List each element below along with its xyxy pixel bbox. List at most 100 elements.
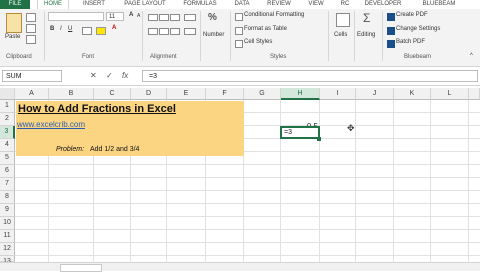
italic-button[interactable]: I (60, 26, 62, 32)
tab-file[interactable]: FILE (0, 0, 30, 9)
editing-icon[interactable]: Σ (363, 11, 370, 25)
row-header[interactable]: 8 (0, 191, 15, 204)
format-as-table-button[interactable]: Format as Table (244, 26, 287, 32)
cell-styles-button[interactable]: Cell Styles (244, 39, 272, 45)
column-header[interactable] (469, 88, 480, 100)
column-header[interactable]: A (15, 88, 49, 100)
column-header[interactable]: F (206, 88, 244, 100)
change-settings-icon[interactable] (387, 27, 395, 35)
format-as-table-icon[interactable] (235, 27, 243, 35)
column-header[interactable]: K (394, 88, 431, 100)
row-header[interactable]: 2 (0, 113, 15, 126)
paste-icon[interactable] (6, 13, 22, 33)
cells-button[interactable]: Cells (334, 32, 347, 38)
collapse-ribbon-icon[interactable]: ^ (470, 53, 473, 59)
editing-button[interactable]: Editing (357, 32, 375, 38)
cell-cursor-icon: ✥ (347, 123, 355, 133)
column-header[interactable]: G (244, 88, 281, 100)
formula-bar: SUM ✕ ✓ fx =3 (0, 67, 480, 86)
number-button[interactable]: Number (203, 32, 224, 38)
problem-text: Add 1/2 and 3/4 (90, 146, 140, 153)
tab-bluebeam[interactable]: BLUEBEAM (416, 0, 462, 9)
name-box[interactable]: SUM (2, 70, 62, 82)
tab-page-layout[interactable]: PAGE LAYOUT (118, 0, 172, 9)
tab-review[interactable]: REVIEW (262, 0, 296, 9)
column-header[interactable]: E (167, 88, 206, 100)
batch-pdf-button[interactable]: Batch PDF (396, 39, 425, 45)
gridline (15, 203, 480, 204)
column-header[interactable]: D (131, 88, 167, 100)
align-bottom-icon[interactable] (170, 14, 180, 21)
row-header[interactable]: 12 (0, 243, 15, 256)
enter-icon[interactable]: ✓ (106, 71, 113, 80)
tab-data[interactable]: DATA (228, 0, 256, 9)
website-link[interactable]: www.excelcrib.com (17, 120, 85, 129)
tab-rc[interactable]: RC (336, 0, 354, 9)
batch-pdf-icon[interactable] (387, 40, 395, 48)
row-header[interactable]: 6 (0, 165, 15, 178)
active-cell-h3[interactable]: =3 (280, 126, 320, 139)
tab-home[interactable]: HOME (37, 0, 69, 9)
formula-input[interactable]: =3 (142, 70, 478, 82)
font-size-dropdown[interactable]: 11 (106, 12, 124, 21)
group-alignment-label: Alignment (150, 54, 177, 60)
row-header[interactable]: 11 (0, 230, 15, 243)
row-header-selected[interactable]: 3 (0, 126, 15, 139)
create-pdf-button[interactable]: Create PDF (396, 12, 428, 18)
row-header[interactable]: 10 (0, 217, 15, 230)
gridline (15, 242, 480, 243)
bold-button[interactable]: B (50, 26, 54, 32)
align-left-icon[interactable] (148, 28, 158, 35)
orientation-icon[interactable] (184, 14, 196, 21)
create-pdf-icon[interactable] (387, 13, 395, 21)
column-header[interactable]: J (356, 88, 394, 100)
insert-function-icon[interactable]: fx (122, 71, 128, 80)
cancel-icon[interactable]: ✕ (90, 71, 97, 80)
ribbon-separator (200, 11, 201, 61)
row-header[interactable]: 9 (0, 204, 15, 217)
tab-insert[interactable]: INSERT (75, 0, 113, 9)
align-center-icon[interactable] (159, 28, 169, 35)
fill-color-icon[interactable] (96, 27, 106, 35)
column-header-selected[interactable]: H (281, 88, 320, 100)
column-header[interactable]: I (320, 88, 356, 100)
ribbon-separator (382, 11, 383, 61)
align-right-icon[interactable] (170, 28, 180, 35)
align-top-icon[interactable] (148, 14, 158, 21)
group-bluebeam-label: Bluebeam (404, 54, 432, 60)
copy-icon[interactable] (26, 24, 36, 33)
conditional-formatting-icon[interactable] (235, 13, 243, 21)
row-header[interactable]: 5 (0, 152, 15, 165)
font-color-icon[interactable]: A (112, 25, 116, 31)
format-painter-icon[interactable] (26, 35, 36, 44)
font-name-dropdown[interactable] (48, 12, 104, 21)
row-header[interactable]: 4 (0, 139, 15, 152)
borders-icon[interactable] (82, 27, 92, 35)
sheet-tab[interactable] (60, 264, 102, 272)
cell-styles-icon[interactable] (235, 40, 243, 48)
tab-developer[interactable]: DEVELOPER (358, 0, 408, 9)
change-settings-button[interactable]: Change Settings (396, 26, 440, 32)
active-cell-editor[interactable]: =3 (284, 129, 292, 136)
cut-icon[interactable] (26, 13, 36, 22)
fill-handle[interactable] (317, 137, 321, 141)
group-styles-label: Styles (270, 54, 287, 60)
tab-formulas[interactable]: FORMULAS (178, 0, 222, 9)
tab-view[interactable]: VIEW (302, 0, 330, 9)
column-header[interactable]: L (431, 88, 469, 100)
percent-icon[interactable]: % (208, 12, 217, 23)
row-header[interactable]: 7 (0, 178, 15, 191)
grow-font-icon[interactable]: A (129, 12, 133, 18)
paste-button[interactable]: Paste (5, 34, 20, 40)
sheet-title[interactable]: How to Add Fractions in Excel (18, 103, 176, 115)
align-middle-icon[interactable] (159, 14, 169, 21)
column-header[interactable]: B (49, 88, 94, 100)
row-header[interactable]: 1 (0, 100, 15, 113)
cells-icon[interactable] (336, 13, 350, 27)
column-header[interactable]: C (94, 88, 131, 100)
conditional-formatting-button[interactable]: Conditional Formatting (244, 12, 304, 18)
shrink-font-icon[interactable]: A (137, 13, 140, 19)
select-all-corner[interactable] (0, 88, 15, 100)
merge-center-icon[interactable] (184, 28, 196, 35)
underline-button[interactable]: U (68, 26, 72, 32)
